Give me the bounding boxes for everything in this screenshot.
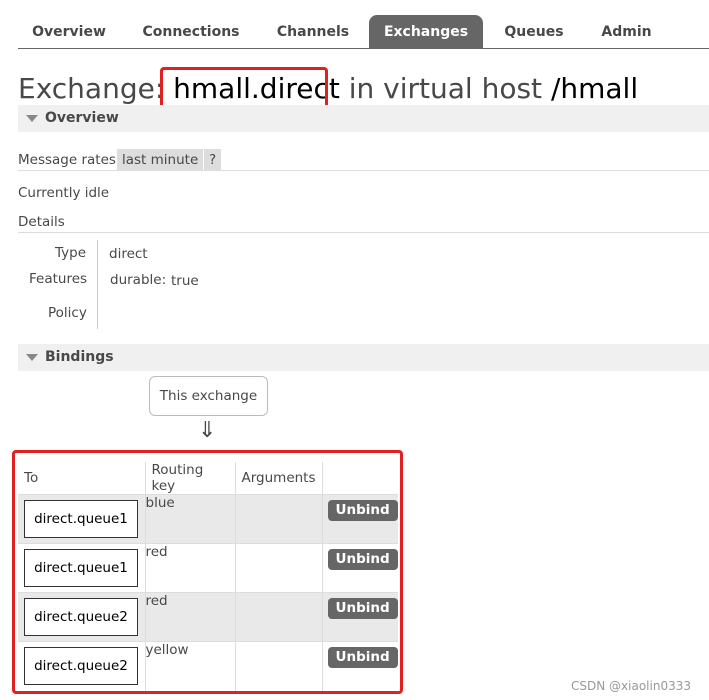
bindings-section-title: Bindings bbox=[45, 349, 114, 365]
collapse-triangle-icon bbox=[26, 354, 38, 361]
nav-tabs: Overview Connections Channels Exchanges … bbox=[18, 15, 709, 49]
this-exchange-box: This exchange bbox=[149, 376, 268, 416]
help-button[interactable]: ? bbox=[204, 149, 222, 171]
tab-overview[interactable]: Overview bbox=[18, 15, 120, 49]
overview-section-header[interactable]: Overview bbox=[18, 105, 709, 132]
tab-queues[interactable]: Queues bbox=[493, 15, 575, 49]
status-text: Currently idle bbox=[18, 185, 110, 201]
features-label: Features bbox=[29, 271, 88, 287]
durable-label: durable: bbox=[110, 272, 167, 288]
durable-value: true bbox=[171, 273, 199, 289]
highlight-box-bindings bbox=[12, 450, 403, 694]
details-divider bbox=[97, 240, 98, 329]
tab-connections[interactable]: Connections bbox=[129, 15, 253, 49]
collapse-triangle-icon bbox=[26, 115, 38, 122]
message-rates-select[interactable]: last minute bbox=[117, 149, 204, 171]
tab-admin[interactable]: Admin bbox=[588, 15, 665, 49]
watermark: CSDN @xiaolin0333 bbox=[571, 679, 691, 693]
down-arrow-icon: ⇓ bbox=[198, 418, 217, 443]
policy-label: Policy bbox=[48, 305, 87, 321]
message-rates-label: Message rates bbox=[18, 152, 116, 168]
vhost-name: /hmall bbox=[550, 72, 639, 105]
page-title: Exchange: hmall.direct in virtual host /… bbox=[18, 72, 638, 106]
type-label: Type bbox=[55, 245, 87, 261]
divider bbox=[18, 170, 709, 171]
type-value: direct bbox=[109, 246, 148, 262]
details-label: Details bbox=[18, 214, 65, 230]
title-middle: in virtual host bbox=[339, 72, 551, 105]
overview-section-title: Overview bbox=[45, 110, 119, 126]
title-prefix: Exchange: bbox=[18, 72, 174, 105]
divider bbox=[18, 232, 709, 233]
tab-exchanges[interactable]: Exchanges bbox=[369, 15, 483, 49]
highlight-box-title bbox=[160, 67, 328, 110]
tab-channels[interactable]: Channels bbox=[263, 15, 363, 49]
bindings-section-header[interactable]: Bindings bbox=[18, 344, 709, 371]
